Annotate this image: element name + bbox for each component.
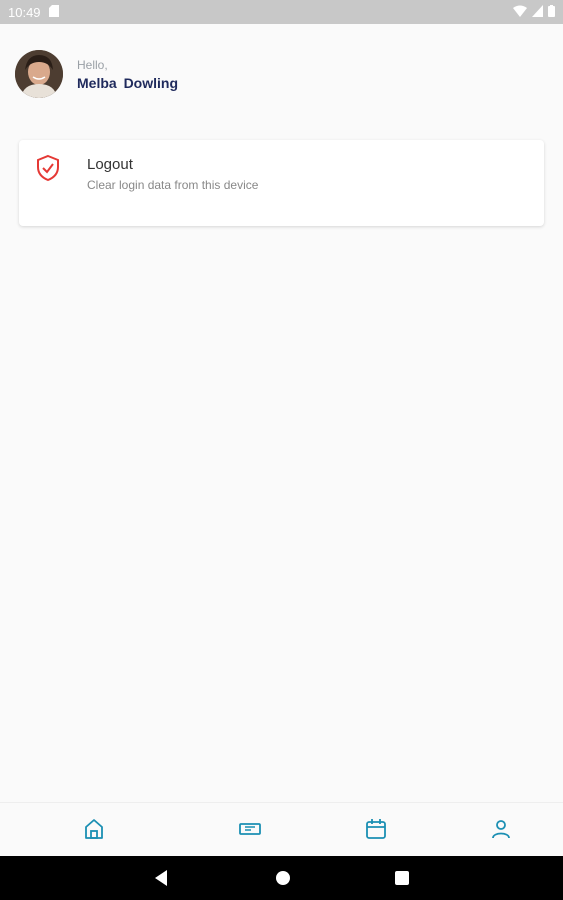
- greeting-label: Hello,: [77, 57, 108, 72]
- ticket-icon[interactable]: [238, 817, 262, 841]
- status-bar: 10:49: [0, 0, 563, 24]
- battery-icon: [548, 4, 555, 20]
- home-icon[interactable]: [82, 817, 106, 841]
- calendar-icon[interactable]: [364, 817, 388, 841]
- status-icons: [513, 4, 555, 20]
- avatar[interactable]: [15, 50, 63, 98]
- logout-text: Logout Clear login data from this device: [87, 156, 258, 192]
- shield-check-icon: [36, 154, 60, 182]
- logout-subtitle: Clear login data from this device: [87, 178, 259, 192]
- sd-card-icon: [48, 4, 59, 20]
- greeting-block: Hello, Melba Dowling: [77, 58, 178, 91]
- profile-icon[interactable]: [489, 817, 513, 841]
- status-time: 10:49: [8, 4, 41, 20]
- user-name: Melba Dowling: [77, 74, 178, 91]
- signal-icon: [532, 4, 543, 20]
- user-header: Hello, Melba Dowling: [15, 50, 178, 98]
- recents-icon[interactable]: [393, 869, 411, 892]
- wifi-icon: [513, 5, 527, 20]
- back-icon[interactable]: [153, 869, 169, 892]
- logout-card[interactable]: Logout Clear login data from this device: [19, 140, 544, 226]
- system-nav-bar: [0, 856, 563, 900]
- logout-title: Logout: [87, 156, 133, 173]
- bottom-nav: [0, 802, 563, 856]
- home-circle-icon[interactable]: [274, 869, 292, 892]
